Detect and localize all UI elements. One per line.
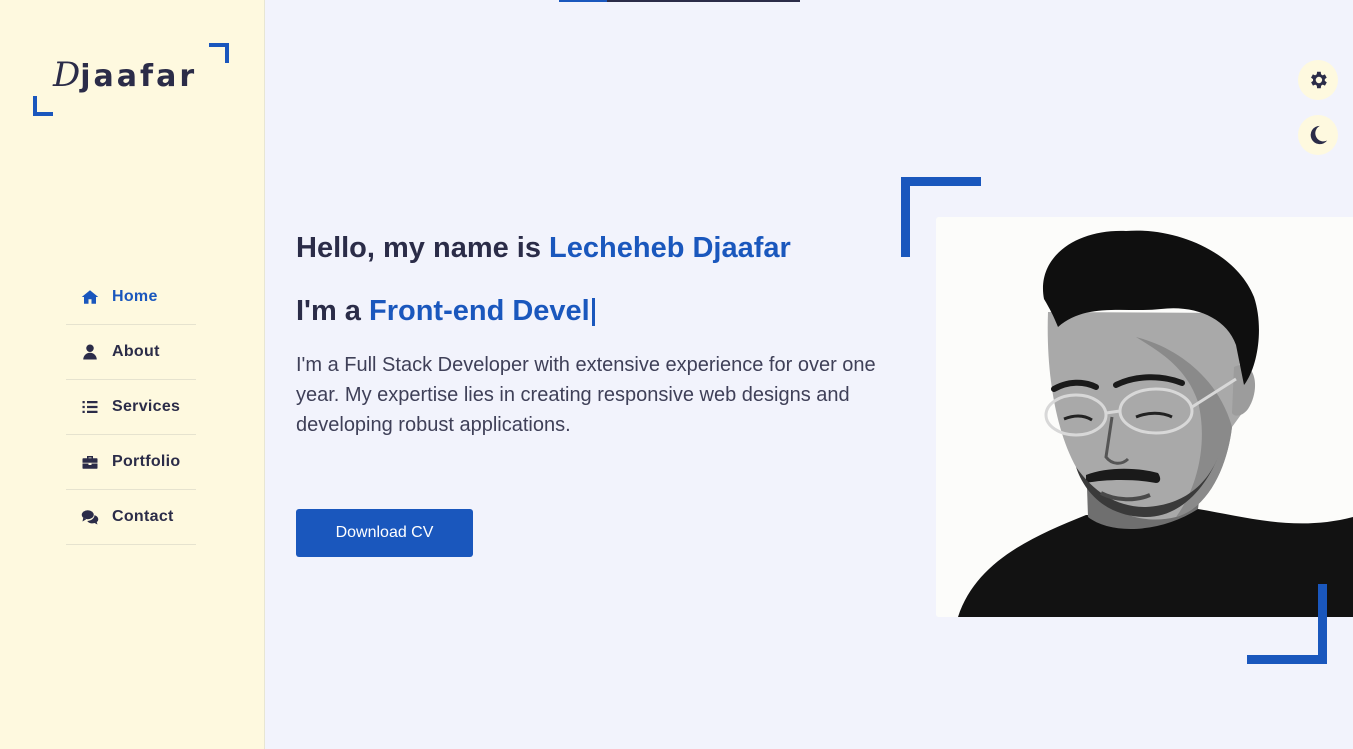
nav-item-label: Contact [112,508,174,525]
logo-corner-bottom-left [33,96,53,116]
nav-item-about[interactable]: About [66,325,196,380]
main-nav: Home About Services Portfolio Contact [66,270,196,545]
hero-name: Lecheheb Djaafar [549,232,791,264]
hero-description: I'm a Full Stack Developer with extensiv… [296,354,876,436]
logo-corner-top-right [209,43,229,63]
download-cv-button[interactable]: Download CV [296,509,473,557]
logo-text: Djaafar [53,55,197,95]
sidebar: Djaafar Home About Services Portfolio Co… [0,0,265,749]
user-icon [80,343,100,361]
nav-item-services[interactable]: Services [66,380,196,435]
logo-first-letter: D [53,55,81,95]
logo-rest: jaafar [80,59,198,94]
hero-greeting: Hello, my name is Lecheheb Djaafar [296,232,916,265]
list-icon [80,398,100,416]
nav-item-label: Services [112,398,181,415]
nav-item-label: Portfolio [112,453,181,470]
theme-toggle-button[interactable] [1298,115,1338,155]
photo-frame-corner-bottom-right [1247,584,1327,664]
nav-item-label: Home [112,288,158,305]
scroll-progress-fill [559,0,608,2]
logo[interactable]: Djaafar [33,43,229,116]
nav-item-home[interactable]: Home [66,270,196,325]
briefcase-icon [80,453,100,471]
scroll-progress-bar [559,0,800,2]
nav-item-portfolio[interactable]: Portfolio [66,435,196,490]
role-prefix: I'm a [296,295,369,327]
profile-portrait-illustration [936,217,1353,617]
typing-cursor [591,297,595,326]
moon-icon [1310,125,1328,145]
hero-role: I'm a Front-end Devel [296,295,916,328]
role-typed-text: Front-end Devel [368,295,590,327]
nav-item-contact[interactable]: Contact [66,490,196,545]
settings-button[interactable] [1298,60,1338,100]
home-icon [80,288,100,306]
nav-item-label: About [112,343,160,360]
hero-section: Hello, my name is Lecheheb Djaafar I'm a… [296,232,916,440]
profile-photo [936,217,1353,617]
greeting-prefix: Hello, my name is [296,232,550,264]
gear-icon [1311,71,1327,89]
comments-icon [80,508,100,526]
